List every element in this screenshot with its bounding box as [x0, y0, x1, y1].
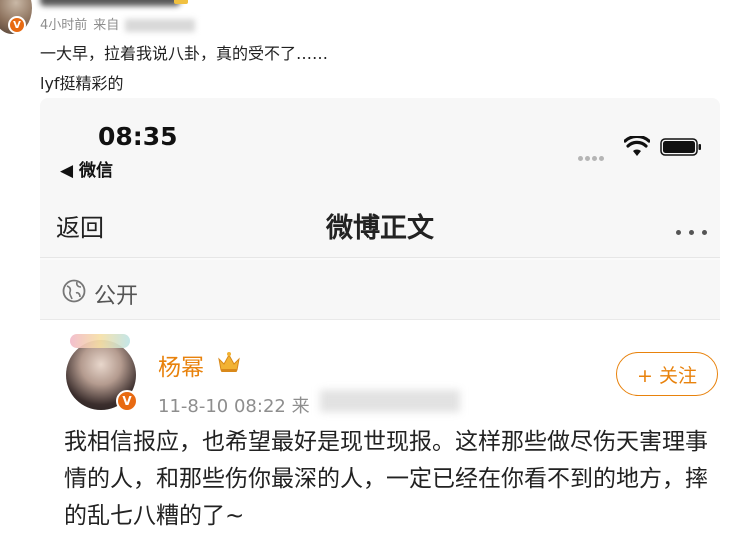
- post-text: 一大早，拉着我说八卦，真的受不了……: [40, 44, 329, 63]
- follow-button[interactable]: + 关注: [616, 352, 718, 396]
- battery-icon: [660, 138, 701, 156]
- verified-badge-icon: V: [8, 16, 26, 34]
- verified-badge-icon: V: [116, 390, 138, 412]
- status-bar: 08:35 ◀ 微信: [40, 98, 720, 188]
- globe-icon: [62, 279, 86, 303]
- post-source-prefix: 来自: [93, 18, 120, 33]
- post-time: 11-8-10 08:22 来: [158, 392, 310, 418]
- crown-icon: [174, 0, 188, 4]
- crown-icon: [218, 352, 240, 372]
- blurred-source: [125, 19, 196, 32]
- outer-post: V 4小时前 来自 一大早，拉着我说八卦，真的受不了…… lyf挺精彩的: [0, 0, 731, 100]
- post-meta: 4小时前 来自: [40, 14, 201, 33]
- visibility-label: 公开: [94, 284, 139, 309]
- blurred-source: [320, 390, 460, 412]
- post-time-value: 11-8-10 08:22: [158, 396, 286, 417]
- blurred-username: [40, 0, 180, 6]
- back-to-app-link[interactable]: ◀ 微信: [60, 156, 113, 181]
- signal-icon: [578, 146, 614, 161]
- post-text: lyf挺精彩的: [40, 74, 124, 93]
- nav-bar: 返回 微博正文: [40, 188, 720, 258]
- status-clock: 08:35: [98, 122, 178, 151]
- wifi-icon: [624, 136, 650, 156]
- post-time: 4小时前: [40, 18, 88, 33]
- avatar-decoration: [70, 334, 130, 348]
- page-title: 微博正文: [326, 213, 434, 244]
- visibility-row: 公开: [40, 260, 720, 320]
- more-icon[interactable]: [676, 220, 720, 235]
- embedded-screenshot: 08:35 ◀ 微信 返回 微博正文 公开 V 杨幂 11-8-10 08:22…: [40, 98, 720, 560]
- username[interactable]: 杨幂: [158, 348, 204, 382]
- weibo-card: V 杨幂 11-8-10 08:22 来 + 关注 我相信报应，也希望最好是现世…: [40, 320, 720, 560]
- post-source-prefix: 来: [291, 396, 310, 417]
- post-content: 我相信报应，也希望最好是现世现报。这样那些做尽伤天害理事情的人，和那些伤你最深的…: [64, 429, 708, 529]
